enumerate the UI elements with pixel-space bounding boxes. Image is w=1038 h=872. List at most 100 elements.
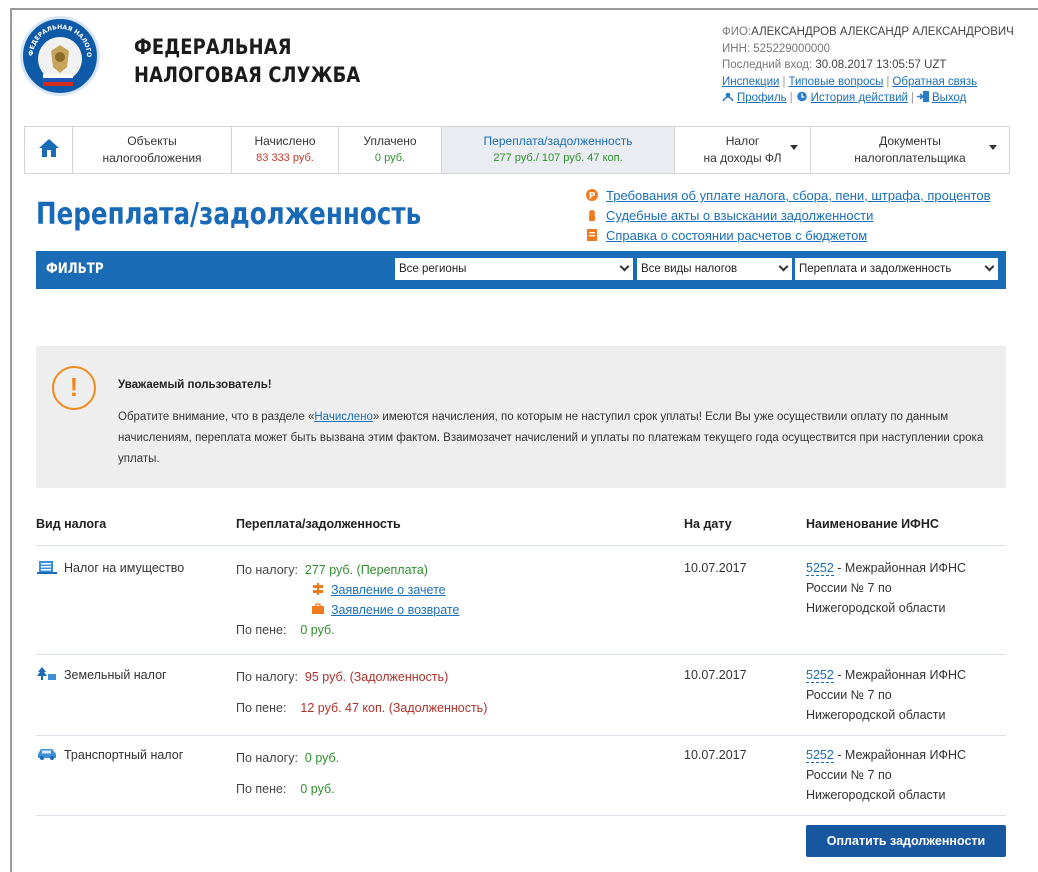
briefcase-icon: [312, 603, 324, 614]
table-row-property-tax-date: 10.07.2017: [684, 561, 747, 575]
ifns-code-link[interactable]: 5252: [806, 748, 834, 763]
tax-type-select[interactable]: Все виды налогов: [637, 258, 792, 280]
column-header-tax-type: Вид налога: [36, 517, 107, 531]
balance-type-select[interactable]: Переплата и задолженность: [795, 258, 998, 280]
feedback-link[interactable]: Обратная связь: [892, 76, 977, 88]
page-title: Переплата/задолженность: [36, 197, 422, 232]
ifns-code-link[interactable]: 5252: [806, 561, 834, 576]
tab-tax-objects-line1: Объекты: [127, 134, 177, 148]
pay-debts-button[interactable]: Оплатить задолженности: [806, 825, 1006, 857]
offset-application-link[interactable]: Заявление о зачете: [331, 583, 446, 597]
chevron-down-icon: [989, 145, 997, 150]
penalty-amount: 0 руб.: [300, 782, 335, 796]
column-header-ifns: Наименование ИФНС: [806, 517, 939, 531]
table-row-land-tax-name: Земельный налог: [36, 665, 167, 685]
chevron-down-icon: [619, 261, 630, 272]
inspections-link[interactable]: Инспекции: [722, 76, 779, 88]
filter-label: ФИЛЬТР: [46, 261, 104, 277]
fns-logo: ФЕДЕРАЛЬНАЯ НАЛОГОВАЯ СЛУЖБА: [20, 16, 100, 96]
tab-overpayment-debt-line1: Переплата/задолженность: [483, 134, 633, 148]
tax-name: Налог на имущество: [64, 561, 185, 575]
by-penalty-label: По пене:: [236, 782, 287, 796]
quick-links: Р Требования об уплате налога, сбора, пен…: [586, 186, 991, 246]
ifns-name-line2: России № 7 по: [806, 688, 892, 702]
tab-taxpayer-documents[interactable]: Документы налогоплательщика: [811, 127, 1009, 173]
faq-link[interactable]: Типовые вопросы: [788, 76, 883, 88]
requirement-icon: Р: [586, 189, 598, 201]
notice-text: Обратите внимание, что в разделе «Начисл…: [118, 407, 998, 470]
notice-accrued-link[interactable]: Начислено: [314, 411, 372, 423]
by-tax-label: По налогу:: [236, 670, 298, 684]
ifns-code-link[interactable]: 5252: [806, 668, 834, 683]
profile-link[interactable]: Профиль: [737, 92, 787, 104]
tab-accrued-line1: Начислено: [254, 134, 316, 148]
tax-name: Земельный налог: [64, 668, 167, 682]
ifns-name-line2: России № 7 по: [806, 768, 892, 782]
fio-label: ФИО:: [722, 26, 752, 38]
tab-paid-amount: 0 руб.: [374, 152, 406, 164]
org-name-line1: ФЕДЕРАЛЬНАЯ: [134, 35, 292, 59]
tab-taxpayer-documents-line1: Документы: [879, 134, 941, 148]
tab-income-tax[interactable]: Налог на доходы ФЛ: [675, 127, 811, 173]
quick-link-requirements-text[interactable]: Требования об уплате налога, сбора, пени…: [606, 188, 991, 203]
quick-link-court-acts-text[interactable]: Судебные акты о взыскании задолженности: [606, 208, 873, 223]
divider: [36, 545, 1006, 546]
table-row-land-tax-date: 10.07.2017: [684, 668, 747, 682]
tab-tax-objects[interactable]: Объекты налогообложения: [73, 127, 232, 173]
balance-type-select-value: Переплата и задолженность: [799, 263, 952, 275]
penalty-amount: 0 руб.: [300, 623, 335, 637]
inn-label: ИНН:: [722, 42, 751, 55]
notice-text-part1: Обратите внимание, что в разделе «: [118, 411, 315, 423]
by-tax-label: По налогу:: [236, 751, 298, 765]
column-header-balance: Переплата/задолженность: [236, 517, 401, 531]
tab-taxpayer-documents-line2: налогоплательщика: [854, 151, 966, 165]
main-tabs: Объекты налогообложения Начислено 83 333…: [24, 126, 1010, 174]
by-penalty-label: По пене:: [236, 701, 287, 715]
offset-icon: [313, 583, 323, 595]
ifns-name-line3: Нижегородской области: [806, 601, 946, 615]
tab-home[interactable]: [25, 127, 73, 173]
tax-amount: 277 руб. (Переплата): [304, 563, 428, 577]
document-icon: [587, 229, 597, 241]
tab-overpayment-debt-amount: 277 руб./ 107 руб. 47 коп.: [493, 152, 623, 164]
tab-paid[interactable]: Уплачено 0 руб.: [339, 127, 442, 173]
notice-title: Уважаемый пользователь!: [118, 379, 272, 391]
table-row-transport-tax-date: 10.07.2017: [684, 748, 747, 762]
chevron-down-icon: [984, 261, 995, 272]
tax-type-select-value: Все виды налогов: [641, 263, 738, 275]
car-icon: [38, 749, 56, 760]
profile-icon: [722, 92, 734, 102]
tab-overpayment-debt[interactable]: Переплата/задолженность 277 руб./ 107 ру…: [442, 127, 675, 173]
ifns-name-line1: - Межрайонная ИФНС: [833, 748, 967, 762]
logout-icon: [916, 91, 929, 102]
chevron-down-icon: [790, 145, 798, 150]
building-icon: [37, 561, 57, 574]
refund-application-link[interactable]: Заявление о возврате: [331, 603, 459, 617]
tax-amount: 95 руб. (Задолженность): [304, 670, 449, 684]
user-info: ФИО:АЛЕКСАНДРОВ АЛЕКСАНДР АЛЕКСАНДРОВИЧ …: [722, 26, 1014, 104]
tab-accrued[interactable]: Начислено 83 333 руб.: [232, 127, 339, 173]
history-link[interactable]: История действий: [811, 92, 908, 104]
warning-icon: !: [52, 366, 96, 410]
logout-link[interactable]: Выход: [932, 92, 966, 104]
ifns-name-line3: Нижегородской области: [806, 788, 946, 802]
quick-link-requirements[interactable]: Р Требования об уплате налога, сбора, пен…: [586, 186, 991, 206]
table-row-transport-tax-ifns: 5252 - Межрайонная ИФНС России № 7 по Ни…: [806, 745, 966, 805]
column-header-date: На дату: [684, 517, 732, 531]
table-row-property-tax-balance: По налогу: 277 руб. (Переплата) Заявлени…: [236, 560, 459, 640]
quick-link-settlement-statement[interactable]: Справка о состоянии расчетов с бюджетом: [586, 226, 991, 246]
tax-amount: 0 руб.: [304, 751, 340, 765]
region-select[interactable]: Все регионы: [395, 258, 633, 280]
land-icon: [37, 667, 56, 680]
table-row-transport-tax-balance: По налогу: 0 руб. По пене: 0 руб.: [236, 748, 339, 799]
table-row-property-tax-ifns: 5252 - Межрайонная ИФНС России № 7 по Ни…: [806, 558, 966, 618]
last-login-value: 30.08.2017 13:05:57 UZT: [815, 59, 947, 71]
history-icon: [796, 91, 807, 102]
region-select-value: Все регионы: [399, 263, 467, 275]
quick-link-settlement-statement-text[interactable]: Справка о состоянии расчетов с бюджетом: [606, 228, 867, 243]
quick-link-court-acts[interactable]: Судебные акты о взыскании задолженности: [586, 206, 991, 226]
court-icon: [589, 210, 595, 221]
tab-accrued-amount: 83 333 руб.: [256, 152, 314, 164]
last-login-label: Последний вход:: [722, 59, 813, 71]
divider: [36, 815, 1006, 816]
